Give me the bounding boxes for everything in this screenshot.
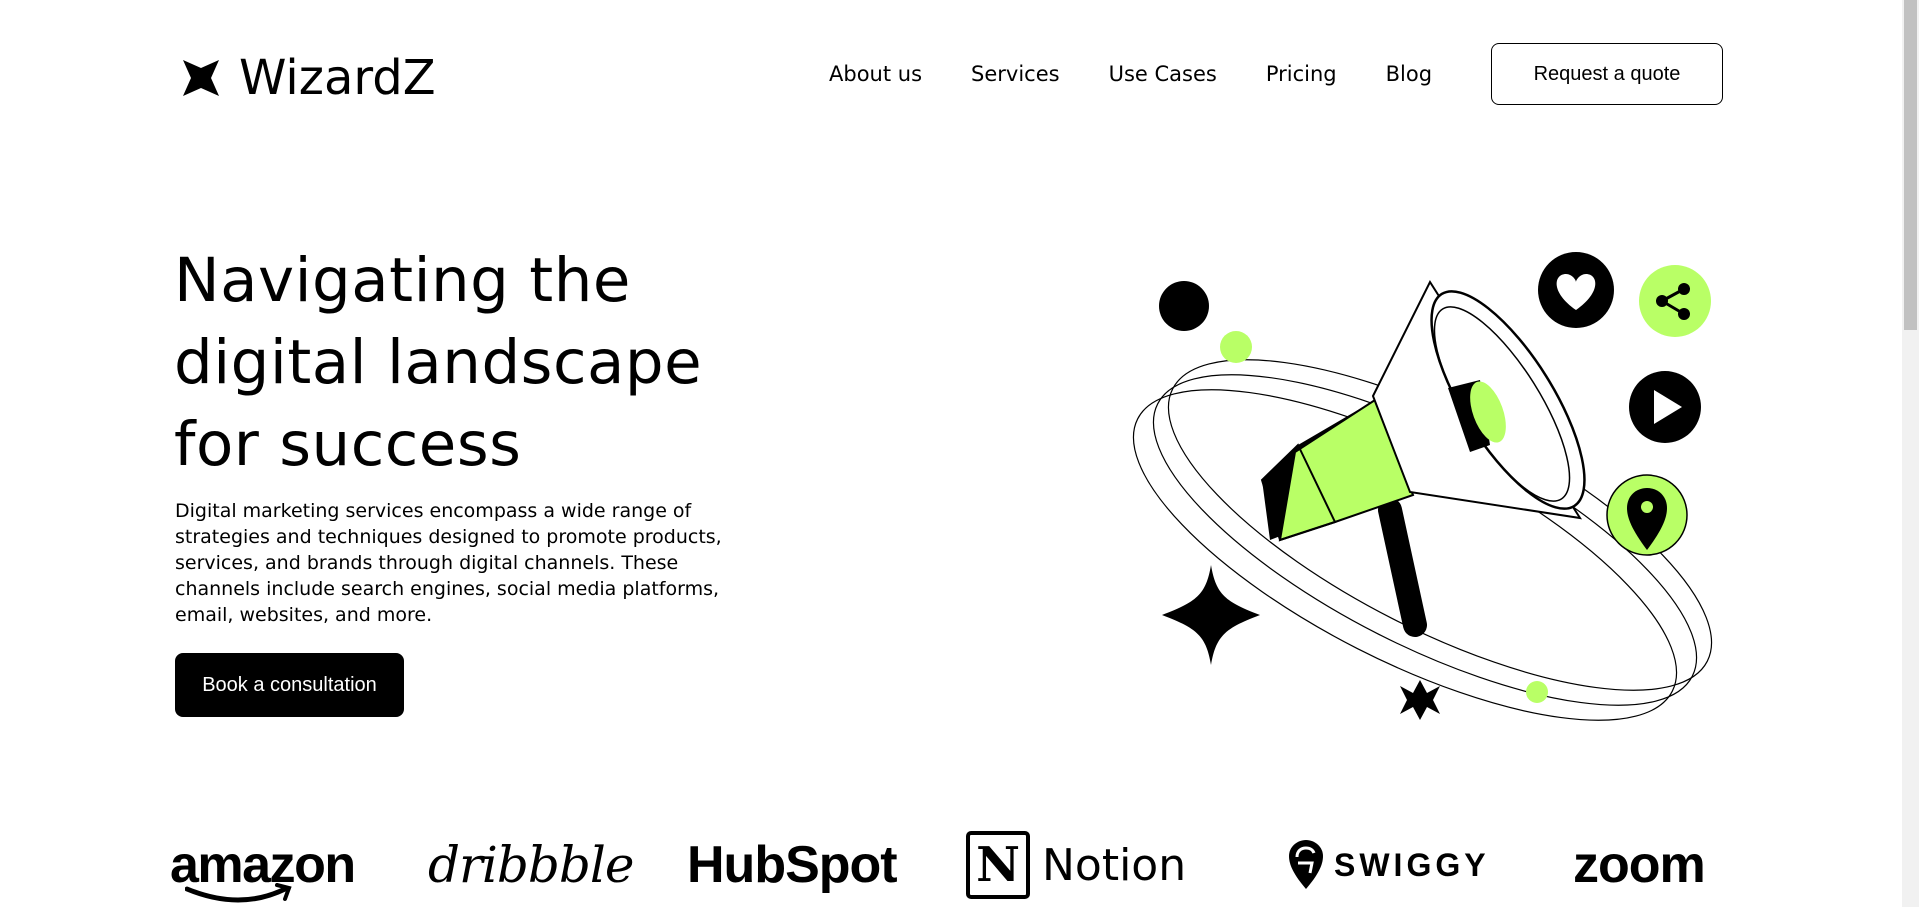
nav-pricing[interactable]: Pricing [1266,62,1337,86]
main-nav: About us Services Use Cases Pricing Blog [829,62,1432,86]
amazon-logo: amazon [170,820,356,910]
swiggy-logo: SWIGGY [1288,820,1490,910]
notion-logo: N Notion [966,820,1186,910]
megaphone-handle [1378,498,1427,637]
green-dot-small [1526,681,1548,703]
nav-use-cases[interactable]: Use Cases [1109,62,1217,86]
scrollbar-thumb[interactable] [1904,0,1917,330]
amazon-smile-icon [185,883,292,903]
swiggy-pin-icon [1289,840,1323,889]
share-icon [1639,265,1711,337]
notion-logo-text: Notion [1042,839,1187,891]
request-quote-button[interactable]: Request a quote [1491,43,1723,105]
hubspot-logo-text: HubSpot [687,836,898,894]
page: WizardZ About us Services Use Cases Pric… [0,0,1919,907]
hero-description: Digital marketing services encompass a w… [175,500,722,626]
swiggy-logo-text: SWIGGY [1334,846,1490,883]
logo[interactable]: WizardZ [181,54,436,102]
black-dot [1159,281,1209,331]
hubspot-logo: HubSpot [687,820,898,910]
megaphone-illustration [1132,252,1713,721]
nav-about-us[interactable]: About us [829,62,922,86]
heart-icon [1538,252,1614,328]
play-icon [1629,371,1701,443]
book-consultation-button[interactable]: Book a consultation [175,653,404,717]
dribbble-logo: dribbble [428,820,635,910]
four-point-star-icon [183,60,219,96]
green-dot [1220,331,1252,363]
zoom-logo-text: zoom [1573,836,1706,894]
hero-title: Navigating the digital landscape for suc… [174,245,703,480]
zoom-logo: zoom [1573,820,1706,910]
nav-services[interactable]: Services [971,62,1060,86]
notion-mark-icon: N [966,831,1030,899]
logo-text: WizardZ [239,50,436,106]
location-pin-icon [1606,474,1688,556]
vertical-scrollbar[interactable] [1902,0,1919,907]
dribbble-logo-text: dribbble [428,836,635,894]
star-icon [1400,680,1440,720]
nav-blog[interactable]: Blog [1386,62,1432,86]
